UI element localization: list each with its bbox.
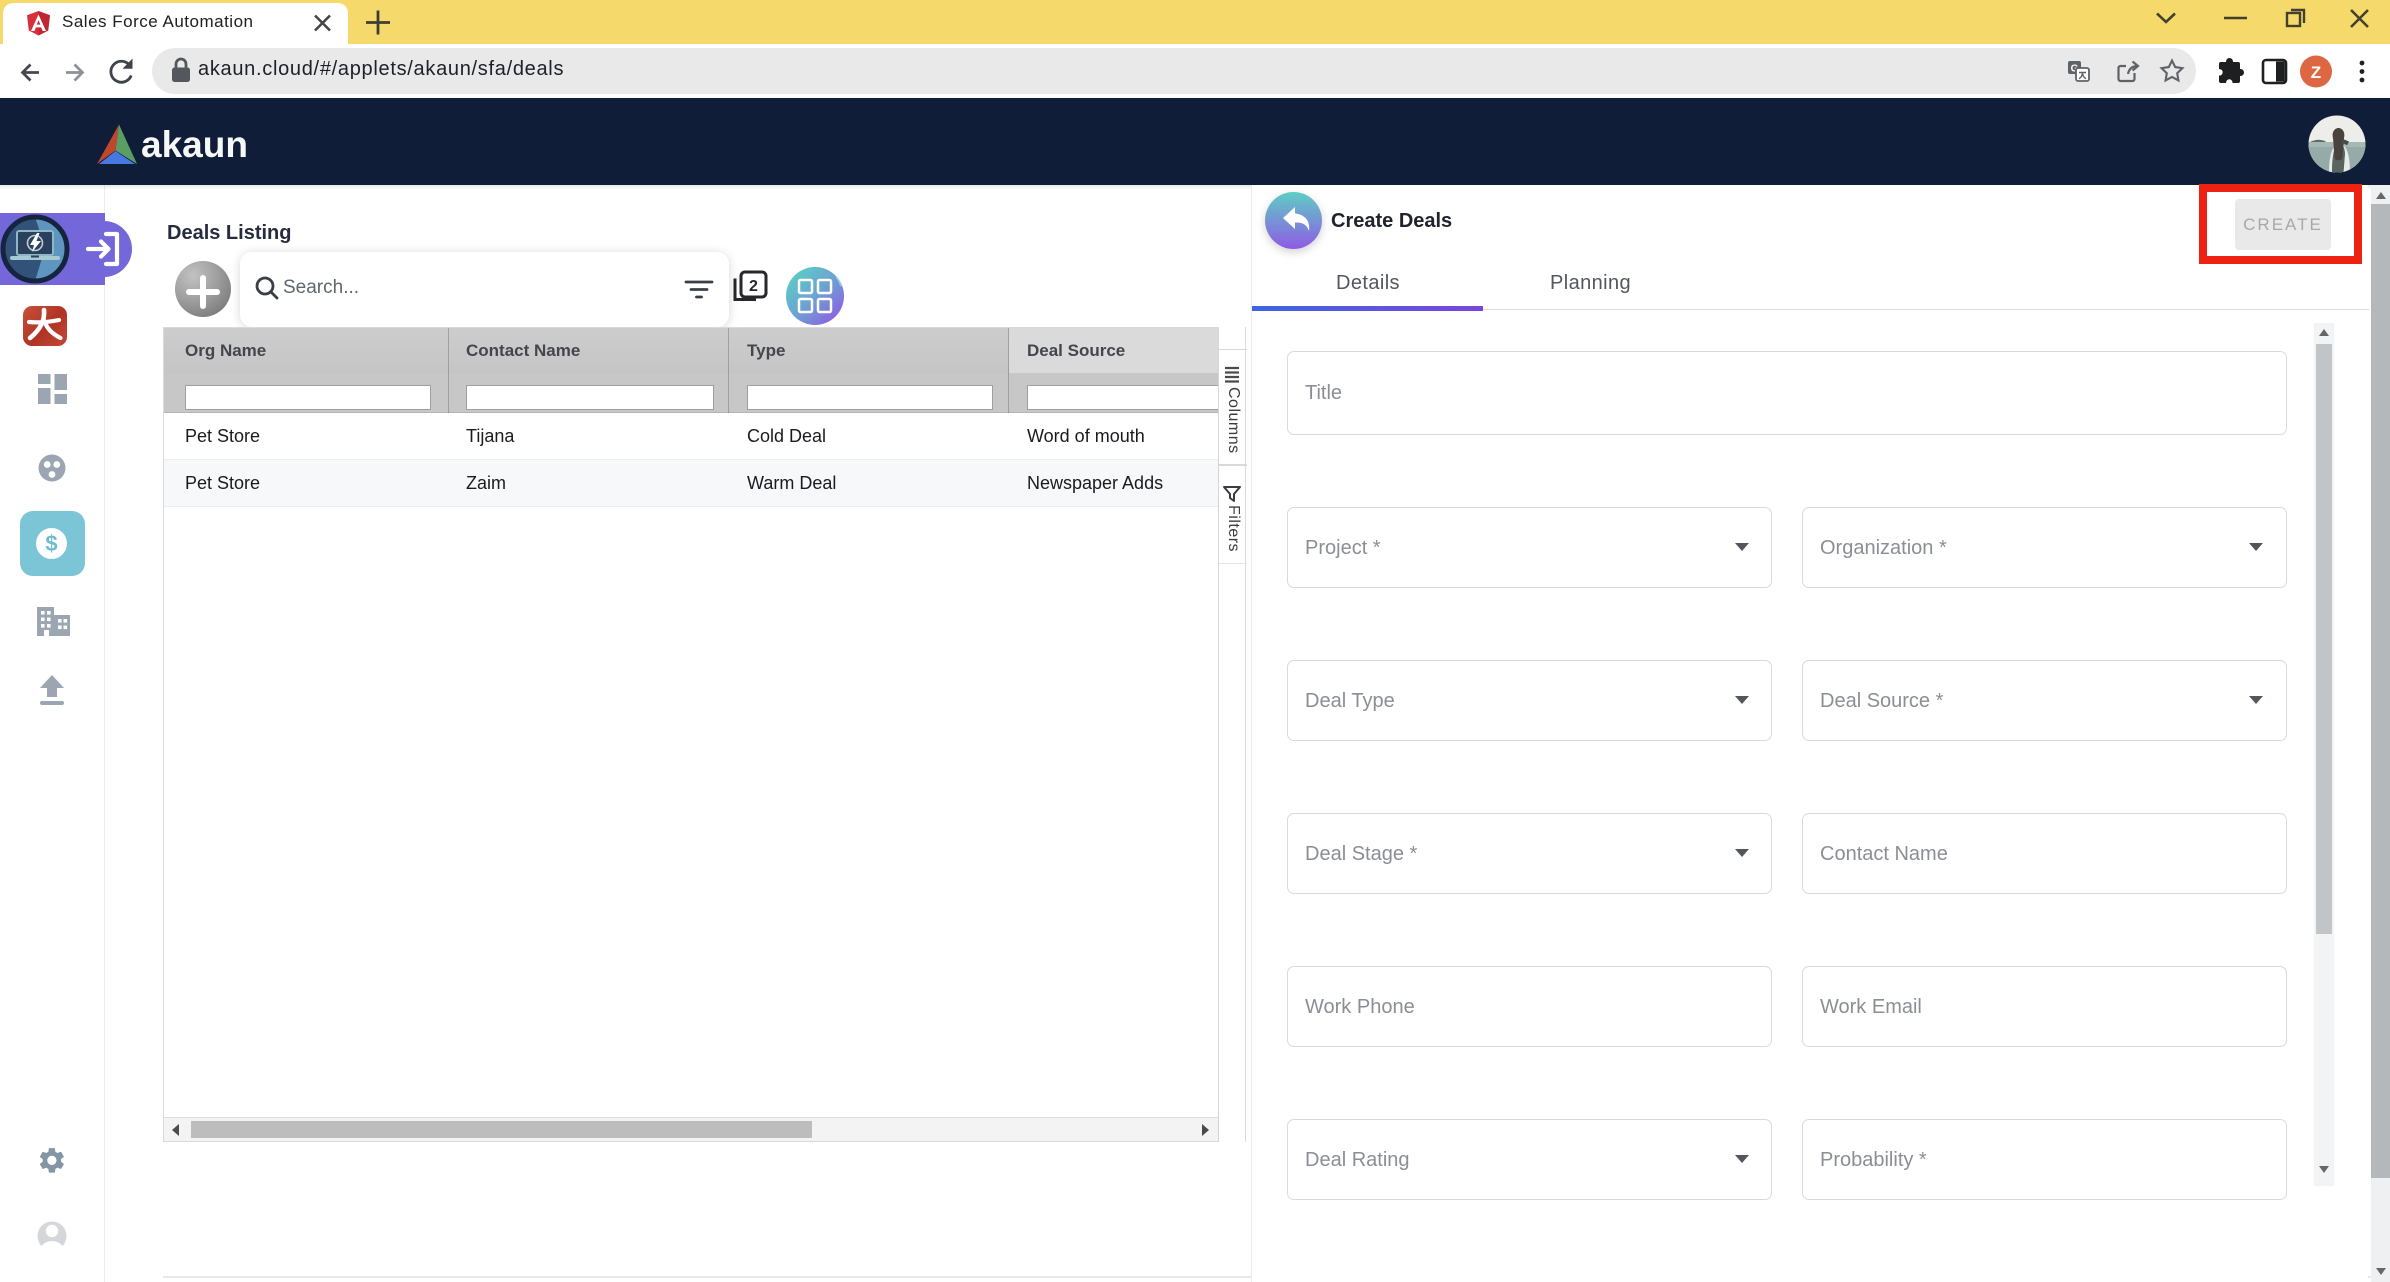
svg-text:2: 2	[749, 278, 758, 295]
svg-text:Z: Z	[2311, 63, 2321, 82]
